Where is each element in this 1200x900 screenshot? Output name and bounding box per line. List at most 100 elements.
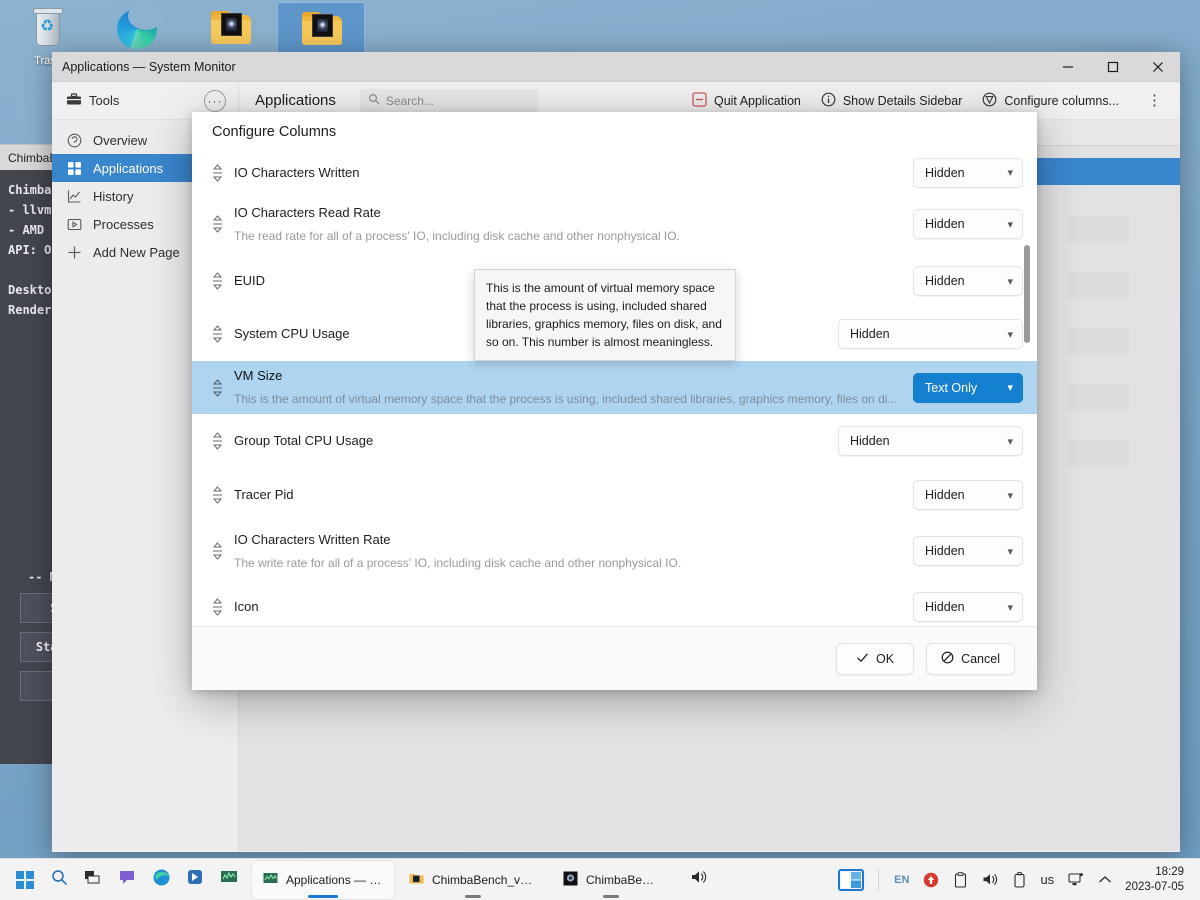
cancel-label: Cancel	[961, 651, 1000, 666]
column-name: IO Characters Read Rate	[234, 204, 381, 220]
column-row-group-total-cpu-usage[interactable]: Group Total CPU Usage Hidden ▾	[192, 414, 1037, 468]
toolbox-icon	[66, 91, 82, 110]
table-row[interactable]	[1067, 216, 1129, 243]
column-text: IO Characters Written	[226, 164, 913, 182]
search-button[interactable]	[42, 859, 76, 900]
list-scrollbar[interactable]	[1022, 152, 1032, 626]
drag-handle-icon[interactable]	[208, 542, 226, 560]
widgets-button[interactable]	[832, 865, 870, 895]
chevron-down-icon: ▾	[1007, 328, 1013, 341]
sidebar-item-label: History	[93, 188, 134, 204]
page-title: Applications	[255, 92, 336, 109]
column-row-io-characters-read-rate[interactable]: IO Characters Read Rate The read rate fo…	[192, 193, 1037, 255]
taskbar-volume-button[interactable]	[682, 859, 716, 900]
drag-handle-icon[interactable]	[208, 598, 226, 616]
visibility-select[interactable]: Hidden ▾	[913, 536, 1023, 566]
tools-label: Tools	[89, 93, 120, 108]
taskbar: Applications — Syst... ChimbaBench_v22_L…	[0, 858, 1200, 900]
battery-icon[interactable]	[1006, 859, 1033, 900]
column-name: Icon	[234, 599, 259, 614]
configure-columns-button[interactable]: Configure columns...	[982, 92, 1119, 110]
volume-icon[interactable]	[975, 859, 1006, 900]
visibility-select[interactable]: Hidden ▾	[913, 209, 1023, 239]
edge-icon	[113, 2, 164, 52]
visibility-select[interactable]: Text Only ▾	[913, 372, 1023, 403]
network-icon[interactable]	[1061, 859, 1091, 900]
maximize-button[interactable]	[1090, 52, 1135, 82]
clipboard-icon[interactable]	[946, 859, 975, 900]
visibility-select[interactable]: Hidden ▾	[913, 266, 1023, 296]
tooltip: This is the amount of virtual memory spa…	[474, 269, 736, 361]
column-name: IO Characters Written Rate	[234, 531, 391, 547]
history-icon	[66, 188, 83, 205]
toolbar-kebab-menu[interactable]: ⋮	[1139, 93, 1170, 108]
column-text: Tracer Pid	[226, 486, 913, 504]
table-row[interactable]	[1067, 440, 1129, 467]
chevron-down-icon: ▾	[1007, 275, 1013, 288]
visibility-select[interactable]: Hidden ▾	[838, 319, 1023, 349]
screen: ♻ Trash ChimbaBench v22 Linux ChimbaBenc…	[0, 0, 1200, 900]
chevron-down-icon: ▾	[1007, 382, 1013, 394]
trash-icon: ♻	[25, 6, 71, 52]
chat-icon	[118, 868, 136, 891]
monitor-button[interactable]	[212, 859, 246, 900]
table-row[interactable]	[1067, 328, 1129, 355]
chevron-up-icon[interactable]	[1091, 859, 1119, 900]
update-icon[interactable]	[916, 859, 946, 900]
store-button[interactable]	[178, 859, 212, 900]
column-text: IO Characters Written Rate The write rat…	[226, 531, 913, 572]
column-row-vm-size[interactable]: VM Size This is the amount of virtual me…	[192, 361, 1037, 414]
chat-button[interactable]	[110, 859, 144, 900]
taskbar-task-system-monitor[interactable]: Applications — Syst...	[252, 860, 394, 899]
column-row-io-characters-written-rate[interactable]: IO Characters Written Rate The write rat…	[192, 522, 1037, 580]
minimize-button[interactable]	[1045, 52, 1090, 82]
drag-handle-icon[interactable]	[208, 378, 226, 397]
visibility-select[interactable]: Hidden ▾	[913, 480, 1023, 510]
visibility-value: Hidden	[925, 165, 965, 180]
drag-handle-icon[interactable]	[208, 163, 226, 182]
cancel-button[interactable]: Cancel	[926, 642, 1015, 675]
taskbar-task-chimbabench-folder[interactable]: ChimbaBench_v22_L...	[398, 861, 548, 899]
table-row[interactable]	[1067, 384, 1129, 411]
edge-button[interactable]	[144, 859, 178, 900]
drag-handle-icon[interactable]	[208, 215, 226, 233]
ok-button[interactable]: OK	[836, 642, 915, 675]
chimbabench-icon	[563, 871, 578, 889]
visibility-select[interactable]: Hidden ▾	[913, 592, 1023, 622]
show-details-sidebar-button[interactable]: Show Details Sidebar	[821, 92, 962, 110]
visibility-select[interactable]: Hidden ▾	[913, 157, 1023, 188]
toolbar-overflow-button[interactable]: ···	[204, 89, 226, 112]
column-name: Tracer Pid	[234, 487, 294, 502]
column-description: The read rate for all of a process' IO, …	[234, 228, 680, 243]
clock-time: 18:29	[1155, 865, 1184, 878]
chevron-down-icon: ▾	[1007, 601, 1013, 614]
visibility-select[interactable]: Hidden ▾	[838, 426, 1023, 456]
start-button[interactable]	[8, 859, 42, 900]
column-row-icon[interactable]: Icon Hidden ▾	[192, 580, 1037, 626]
folder-icon	[207, 6, 253, 52]
taskbar-pinned	[0, 859, 246, 900]
close-button[interactable]	[1135, 52, 1180, 82]
task-view-button[interactable]	[76, 859, 110, 900]
monitor-icon	[220, 868, 238, 891]
scrollbar-thumb[interactable]	[1024, 245, 1030, 343]
drag-handle-icon[interactable]	[208, 272, 226, 290]
tools-button[interactable]: Tools	[66, 91, 119, 110]
search-input[interactable]: Search...	[359, 89, 538, 112]
configure-columns-dialog: Configure Columns IO Characters Written …	[192, 112, 1037, 690]
drag-handle-icon[interactable]	[208, 432, 226, 450]
language-indicator[interactable]: EN	[887, 859, 916, 900]
taskbar-task-label: ChimbaBench_v22_L...	[432, 872, 537, 887]
table-row[interactable]	[1067, 272, 1129, 299]
clock[interactable]: 18:29 2023-07-05	[1119, 865, 1192, 895]
column-row-tracer-pid[interactable]: Tracer Pid Hidden ▾	[192, 468, 1037, 522]
quit-application-button[interactable]: Quit Application	[692, 91, 801, 110]
clock-date: 2023-07-05	[1125, 880, 1184, 893]
quit-application-label: Quit Application	[713, 93, 801, 108]
window-titlebar: Applications — System Monitor	[52, 52, 1180, 82]
drag-handle-icon[interactable]	[208, 325, 226, 343]
keyboard-layout-indicator[interactable]: us	[1033, 859, 1061, 900]
taskbar-task-chimbabench[interactable]: ChimbaBench	[552, 861, 670, 899]
drag-handle-icon[interactable]	[208, 486, 226, 504]
column-row-io-characters-written[interactable]: IO Characters Written Hidden ▾	[192, 152, 1037, 193]
